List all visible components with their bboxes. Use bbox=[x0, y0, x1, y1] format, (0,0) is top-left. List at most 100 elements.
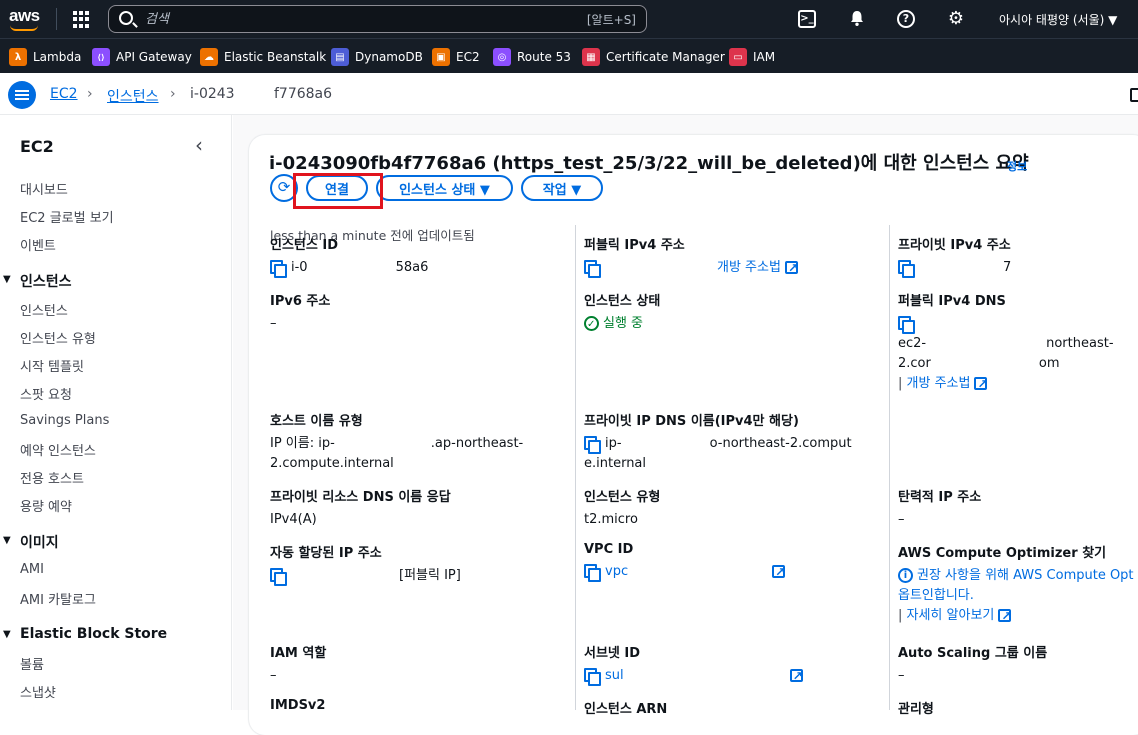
copy-icon[interactable] bbox=[584, 667, 601, 686]
field-label: 탄력적 IP 주소 bbox=[898, 490, 982, 505]
sidebar-item-ami-catalog[interactable]: AMI 카탈로그 bbox=[20, 589, 96, 608]
copy-icon[interactable] bbox=[584, 435, 601, 454]
help-icon[interactable]: ? bbox=[897, 10, 915, 28]
sidebar-item-spot-requests[interactable]: 스팟 요청 bbox=[20, 384, 72, 403]
aws-logo-text: aws bbox=[9, 6, 40, 25]
hamburger-menu-icon[interactable] bbox=[8, 81, 36, 109]
fav-ec2[interactable]: ▣ EC2 bbox=[432, 47, 480, 67]
open-address-link[interactable]: 개방 주소법 bbox=[907, 376, 971, 391]
vpc-id-link[interactable]: vpc bbox=[605, 564, 628, 579]
cloudshell-icon[interactable]: >_ bbox=[798, 10, 816, 28]
sidebar-item-dashboard[interactable]: 대시보드 bbox=[20, 179, 68, 198]
breadcrumb-bar: EC2 › 인스턴스 › i-0243 f7768a6 bbox=[0, 73, 1138, 115]
route53-icon: ◎ bbox=[493, 48, 511, 66]
fav-certificate-manager[interactable]: ▦ Certificate Manager bbox=[582, 47, 725, 67]
actions-dropdown[interactable]: 작업 ▼ bbox=[521, 175, 603, 201]
caret-down-icon[interactable]: ▼ bbox=[3, 629, 11, 640]
optimizer-link-line1[interactable]: 권장 사항을 위해 AWS Compute Opt bbox=[917, 568, 1134, 583]
sidebar-item-instances[interactable]: 인스턴스 bbox=[20, 300, 68, 319]
fav-api-gateway[interactable]: ⟨⟩ API Gateway bbox=[92, 47, 192, 67]
copy-icon[interactable] bbox=[584, 259, 601, 278]
hostname-value-b: .ap-northeast- bbox=[430, 436, 524, 451]
field-vpc-id: VPC ID vpc bbox=[584, 542, 884, 582]
sidebar-item-events[interactable]: 이벤트 bbox=[20, 235, 56, 254]
learn-more-link[interactable]: 자세히 알아보기 bbox=[907, 608, 995, 623]
sidebar-section-images[interactable]: 이미지 bbox=[20, 532, 59, 552]
fav-dynamodb[interactable]: ▤ DynamoDB bbox=[331, 47, 423, 67]
bell-icon[interactable] bbox=[847, 9, 867, 29]
instance-state-dropdown[interactable]: 인스턴스 상태 ▼ bbox=[376, 175, 513, 201]
sidebar-item-instance-types[interactable]: 인스턴스 유형 bbox=[20, 328, 96, 347]
caret-down-icon[interactable]: ▼ bbox=[3, 535, 11, 546]
sidebar-item-volumes[interactable]: 볼륨 bbox=[20, 654, 44, 673]
fav-label: Route 53 bbox=[517, 50, 571, 64]
copy-icon[interactable] bbox=[270, 259, 287, 278]
column-divider bbox=[575, 225, 576, 710]
field-public-dns: 퍼블릭 IPv4 DNS ec2- northeast- 2.cor om | 개방… bbox=[898, 290, 1138, 394]
field-label: IPv6 주소 bbox=[270, 294, 331, 309]
sidebar-item-savings-plans[interactable]: Savings Plans bbox=[20, 413, 109, 428]
field-label: 퍼블릭 IPv4 DNS bbox=[898, 294, 1006, 309]
sidebar-item-dedicated-hosts[interactable]: 전용 호스트 bbox=[20, 468, 84, 487]
public-dns-value-b: northeast- bbox=[1046, 336, 1114, 351]
sidebar-title: EC2 bbox=[20, 137, 54, 156]
search-input[interactable] bbox=[145, 10, 545, 28]
sidebar-item-ami[interactable]: AMI bbox=[20, 562, 44, 577]
sidebar-item-reserved-instances[interactable]: 예약 인스턴스 bbox=[20, 440, 96, 459]
optimizer-link-line2[interactable]: 옵트인합니다. bbox=[898, 588, 974, 603]
sidebar-section-instances[interactable]: 인스턴스 bbox=[20, 271, 72, 291]
sidebar-item-capacity-reservations[interactable]: 용량 예약 bbox=[20, 496, 72, 515]
elastic-beanstalk-icon: ☁ bbox=[200, 48, 218, 66]
field-label: 관리형 bbox=[898, 702, 934, 717]
external-link-icon[interactable] bbox=[998, 606, 1011, 626]
sidebar-section-ebs[interactable]: Elastic Block Store bbox=[20, 626, 167, 642]
highlight-box bbox=[293, 173, 383, 209]
refresh-icon: ⟳ bbox=[277, 178, 291, 196]
field-label: VPC ID bbox=[584, 542, 634, 557]
copy-icon[interactable] bbox=[898, 259, 915, 278]
copy-icon[interactable] bbox=[584, 563, 601, 582]
fav-label: DynamoDB bbox=[355, 50, 423, 64]
copy-icon[interactable] bbox=[270, 567, 287, 586]
private-dns-value-c: e.internal bbox=[584, 456, 647, 471]
field-instance-state: 인스턴스 상태 실행 중 bbox=[584, 290, 661, 335]
sidebar-item-snapshots[interactable]: 스냅샷 bbox=[20, 682, 56, 701]
external-link-icon[interactable] bbox=[784, 258, 798, 278]
chevron-left-icon[interactable]: ‹ bbox=[195, 133, 203, 157]
breadcrumb-ec2[interactable]: EC2 bbox=[50, 86, 78, 102]
search-shortcut-hint: [알트+S] bbox=[586, 13, 636, 27]
copy-icon[interactable] bbox=[1130, 88, 1138, 102]
fav-label: Elastic Beanstalk bbox=[224, 50, 327, 64]
fav-iam[interactable]: ▭ IAM bbox=[729, 47, 775, 67]
search-bar[interactable]: [알트+S] bbox=[108, 5, 647, 33]
info-link[interactable]: 정보 bbox=[1007, 158, 1027, 174]
external-link-icon[interactable] bbox=[974, 374, 988, 394]
services-grid-icon[interactable] bbox=[73, 11, 90, 28]
instance-state-value: 실행 중 bbox=[603, 316, 644, 331]
field-label: 인스턴스 상태 bbox=[584, 294, 661, 309]
caret-down-icon[interactable]: ▼ bbox=[3, 274, 11, 285]
copy-icon[interactable] bbox=[898, 315, 915, 334]
breadcrumb-instances[interactable]: 인스턴스 bbox=[107, 86, 159, 106]
external-link-icon[interactable] bbox=[772, 562, 785, 582]
external-link-icon[interactable] bbox=[789, 666, 803, 686]
open-address-link[interactable]: 개방 주소법 bbox=[717, 260, 781, 275]
api-gateway-icon: ⟨⟩ bbox=[92, 48, 110, 66]
fav-elastic-beanstalk[interactable]: ☁ Elastic Beanstalk bbox=[200, 47, 326, 67]
subnet-id-link[interactable]: sul bbox=[605, 668, 624, 683]
fav-label: Lambda bbox=[33, 50, 82, 64]
field-private-dns: 프라이빗 IP DNS 이름(IPv4만 해당) ip-o-northeast-… bbox=[584, 410, 852, 474]
gear-icon[interactable]: ⚙ bbox=[946, 9, 966, 29]
public-dns-value-a: ec2- bbox=[898, 336, 927, 351]
fav-route53[interactable]: ◎ Route 53 bbox=[493, 47, 571, 67]
field-label: 프라이빗 IP DNS 이름(IPv4만 해당) bbox=[584, 414, 799, 429]
sidebar-item-global-view[interactable]: EC2 글로벌 보기 bbox=[20, 207, 114, 226]
region-selector[interactable]: 아시아 태평양 (서울) ▼ bbox=[999, 11, 1117, 28]
sidebar: EC2 ‹ 대시보드 EC2 글로벌 보기 이벤트 ▼ 인스턴스 인스턴스 인스… bbox=[0, 115, 232, 710]
nav-divider bbox=[56, 8, 57, 30]
sidebar-item-launch-templates[interactable]: 시작 템플릿 bbox=[20, 356, 84, 375]
fav-lambda[interactable]: λ Lambda bbox=[9, 47, 81, 67]
page-title: i-0243090fb4f7768a6 (https_test_25/3/22_… bbox=[269, 153, 1029, 174]
field-label: 프라이빗 리소스 DNS 이름 응답 bbox=[270, 490, 451, 505]
field-hostname-type: 호스트 이름 유형 IP 이름: ip- .ap-northeast- 2.comp… bbox=[270, 410, 523, 474]
